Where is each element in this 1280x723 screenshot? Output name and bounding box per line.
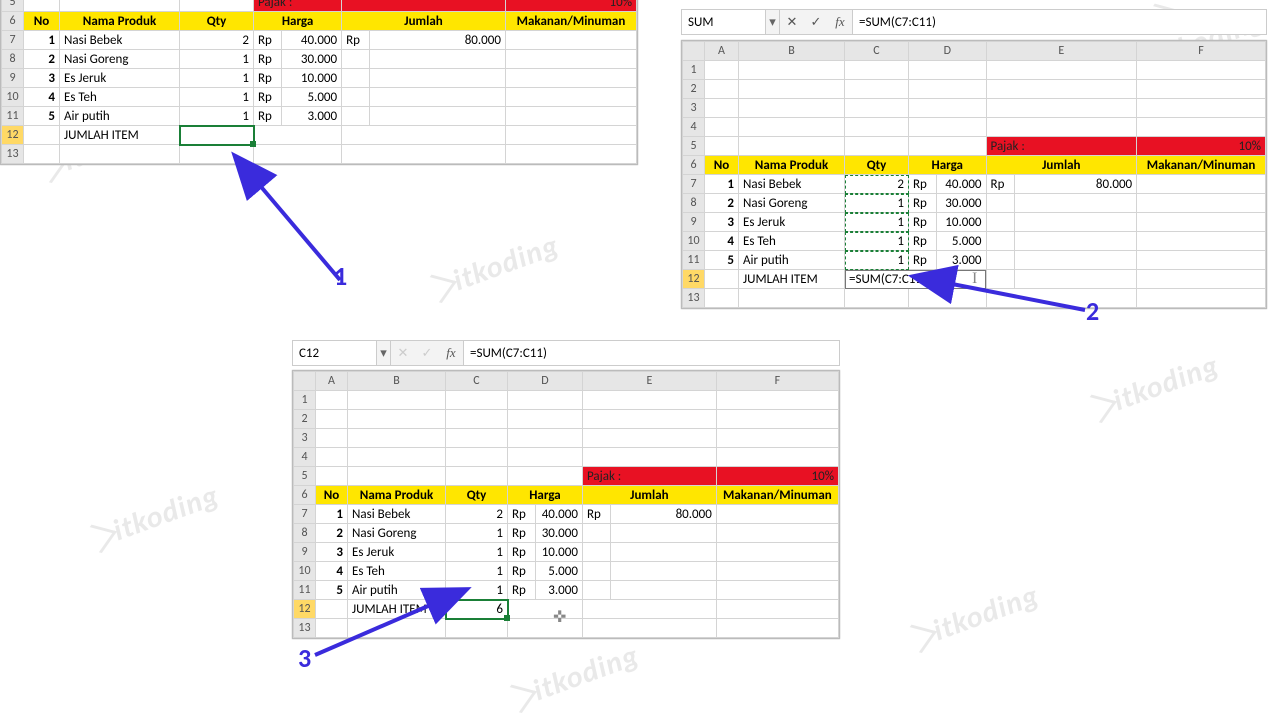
watermark: itkoding xyxy=(108,477,224,549)
col-jumlah: Jumlah xyxy=(342,12,506,31)
formula-bar-2: SUM ▾ ✕ ✓ fx =SUM(C7:C11) xyxy=(681,9,1267,35)
fx-icon[interactable]: fx xyxy=(439,341,463,365)
watermark: itkoding xyxy=(1108,347,1224,419)
watermark: itkoding xyxy=(928,577,1044,649)
cancel-icon: ✕ xyxy=(391,341,415,365)
name-box[interactable]: SUM xyxy=(682,10,766,34)
annotation-3: 3 xyxy=(298,642,311,674)
formula-input[interactable]: =SUM(C7:C11) xyxy=(463,341,839,365)
annotation-2: 2 xyxy=(1086,295,1099,327)
jumlah-item-label: JUMLAH ITEM xyxy=(60,126,180,145)
editing-cell-c12[interactable]: =SUM(C7:C11) xyxy=(845,270,987,289)
cursor-plus-icon: ✜ xyxy=(553,607,566,627)
spreadsheet-panel-3: ABCDEF 1 2 3 4 5Pajak :10% 6 NoNama Prod… xyxy=(292,370,840,639)
accept-icon: ✓ xyxy=(415,341,439,365)
col-harga: Harga xyxy=(254,12,342,31)
fx-icon[interactable]: fx xyxy=(828,10,852,34)
col-qty: Qty xyxy=(180,12,254,31)
watermark: itkoding xyxy=(448,227,564,299)
grid-2[interactable]: ABCDEF 1 2 3 4 5Pajak :10% 6 NoNama Prod… xyxy=(682,41,1266,308)
accept-icon[interactable]: ✓ xyxy=(804,10,828,34)
grid-3[interactable]: ABCDEF 1 2 3 4 5Pajak :10% 6 NoNama Prod… xyxy=(293,371,839,638)
name-box[interactable]: C12 xyxy=(293,341,377,365)
pajak-value: 10% xyxy=(505,0,636,12)
spreadsheet-panel-1: 4 5Pajak :10% 6 No Nama Produk Qty Harga… xyxy=(0,0,638,165)
namebox-dropdown-icon[interactable]: ▾ xyxy=(377,341,391,365)
col-mm: Makanan/Minuman xyxy=(505,12,636,31)
watermark: itkoding xyxy=(528,637,644,709)
col-nama: Nama Produk xyxy=(60,12,180,31)
formula-bar-3: C12 ▾ ✕ ✓ fx =SUM(C7:C11) xyxy=(292,340,840,366)
col-no: No xyxy=(24,12,60,31)
formula-input[interactable]: =SUM(C7:C11) xyxy=(852,10,1266,34)
spreadsheet-panel-2: ABCDEF 1 2 3 4 5Pajak :10% 6 NoNama Prod… xyxy=(681,40,1267,309)
annotation-1: 1 xyxy=(334,260,347,292)
result-cell-c12[interactable]: 6 xyxy=(446,600,508,619)
cancel-icon[interactable]: ✕ xyxy=(780,10,804,34)
text-cursor-icon: I xyxy=(972,270,977,288)
selected-cell-c12-p1[interactable] xyxy=(180,126,254,145)
grid-1[interactable]: 4 5Pajak :10% 6 No Nama Produk Qty Harga… xyxy=(1,0,637,164)
namebox-dropdown-icon[interactable]: ▾ xyxy=(766,10,780,34)
pajak-label: Pajak : xyxy=(254,0,342,12)
